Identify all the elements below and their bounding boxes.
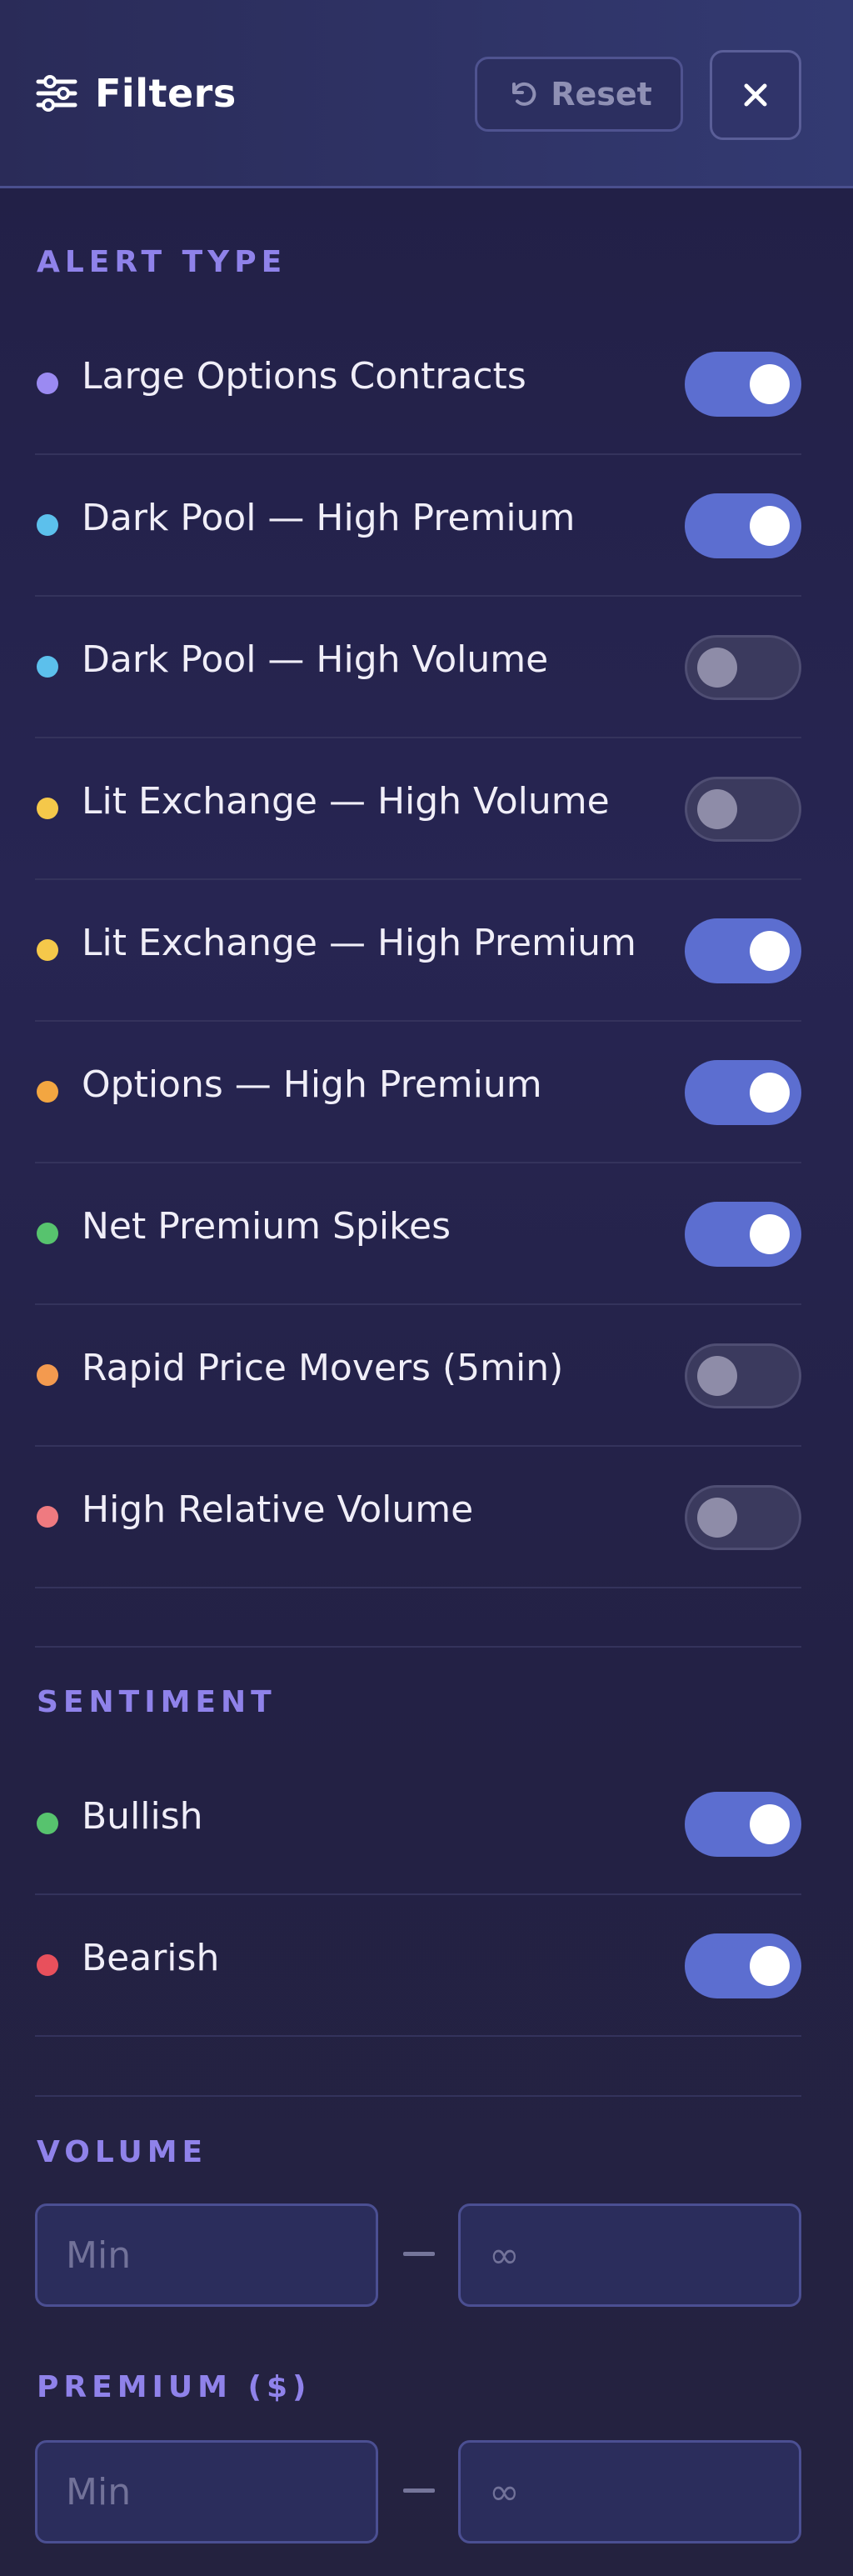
toggle-knob [697,789,737,829]
alert-color-dot [37,939,58,961]
reset-label: Reset [551,76,652,113]
alert-label: Lit Exchange — High Volume [82,780,610,823]
alert-type-section-title: ALERT TYPE [37,245,287,279]
alert-color-dot [37,656,58,678]
alert-toggle-dark-pool-high-premium[interactable] [685,493,801,558]
toggle-knob [697,1356,737,1396]
alert-toggle-net-premium-spikes[interactable] [685,1202,801,1267]
sentiment-toggle-bullish[interactable] [685,1792,801,1857]
alert-color-dot [37,1081,58,1103]
toggle-knob [697,648,737,688]
volume-max-input[interactable] [458,2203,801,2307]
sentiment-section-title: SENTIMENT [37,1685,277,1719]
toggle-knob [750,506,790,546]
section-divider [35,1646,801,1648]
range-separator [403,2252,435,2256]
alert-row-dark-pool-high-volume: Dark Pool — High Volume [35,597,801,738]
toggle-knob [750,1214,790,1254]
page-title: Filters [95,71,237,116]
toggle-knob [750,1073,790,1113]
alert-toggle-large-options-contracts[interactable] [685,352,801,417]
header-title-group: Filters [35,60,237,127]
alert-toggle-lit-exchange-high-volume[interactable] [685,777,801,842]
alert-label: Net Premium Spikes [82,1205,451,1248]
alert-label: Dark Pool — High Volume [82,638,549,681]
toggle-knob [750,364,790,404]
alert-label: Large Options Contracts [82,355,526,398]
alert-color-dot [37,1223,58,1244]
toggle-knob [697,1498,737,1538]
toggle-knob [750,1946,790,1986]
alert-row-lit-exchange-high-volume: Lit Exchange — High Volume [35,738,801,880]
alert-label: Lit Exchange — High Premium [82,922,636,964]
alert-toggle-rapid-price-movers[interactable] [685,1343,801,1408]
sentiment-row-bearish: Bearish [35,1895,801,2037]
alert-color-dot [37,798,58,819]
alert-label: Options — High Premium [82,1063,542,1106]
toggle-knob [750,1804,790,1844]
alert-color-dot [37,1506,58,1528]
alert-color-dot [37,1364,58,1386]
sentiment-label: Bullish [82,1795,203,1838]
alert-color-dot [37,514,58,536]
premium-min-input[interactable] [35,2440,378,2543]
close-icon [744,83,767,107]
range-separator [403,2488,435,2493]
close-button[interactable] [710,50,801,140]
sentiment-label: Bearish [82,1937,220,1979]
sentiment-color-dot [37,1813,58,1834]
alert-row-large-options-contracts: Large Options Contracts [35,313,801,455]
alert-row-lit-exchange-high-premium: Lit Exchange — High Premium [35,880,801,1022]
filters-header: Filters Reset [0,0,853,188]
reset-button[interactable]: Reset [475,57,683,132]
alert-label: Dark Pool — High Premium [82,497,576,539]
section-divider [35,2095,801,2097]
alert-row-net-premium-spikes: Net Premium Spikes [35,1163,801,1305]
volume-section-title: VOLUME [37,2135,208,2169]
sentiment-toggle-bearish[interactable] [685,1933,801,1998]
sentiment-color-dot [37,1954,58,1976]
alert-label: High Relative Volume [82,1488,474,1531]
sliders-icon [35,72,78,115]
volume-min-input[interactable] [35,2203,378,2307]
undo-icon [512,82,536,106]
premium-section-title: PREMIUM ($) [37,2370,312,2404]
sentiment-row-bullish: Bullish [35,1753,801,1895]
alert-label: Rapid Price Movers (5min) [82,1347,564,1389]
toggle-knob [750,931,790,971]
premium-max-input[interactable] [458,2440,801,2543]
filters-panel: Filters Reset ALERT TYPE Large Options C… [0,0,853,2576]
alert-toggle-options-high-premium[interactable] [685,1060,801,1125]
alert-toggle-dark-pool-high-volume[interactable] [685,635,801,700]
alert-color-dot [37,373,58,394]
alert-row-high-relative-volume: High Relative Volume [35,1447,801,1588]
alert-row-rapid-price-movers: Rapid Price Movers (5min) [35,1305,801,1447]
alert-toggle-lit-exchange-high-premium[interactable] [685,918,801,983]
alert-row-options-high-premium: Options — High Premium [35,1022,801,1163]
alert-row-dark-pool-high-premium: Dark Pool — High Premium [35,455,801,597]
alert-toggle-high-relative-volume[interactable] [685,1485,801,1550]
